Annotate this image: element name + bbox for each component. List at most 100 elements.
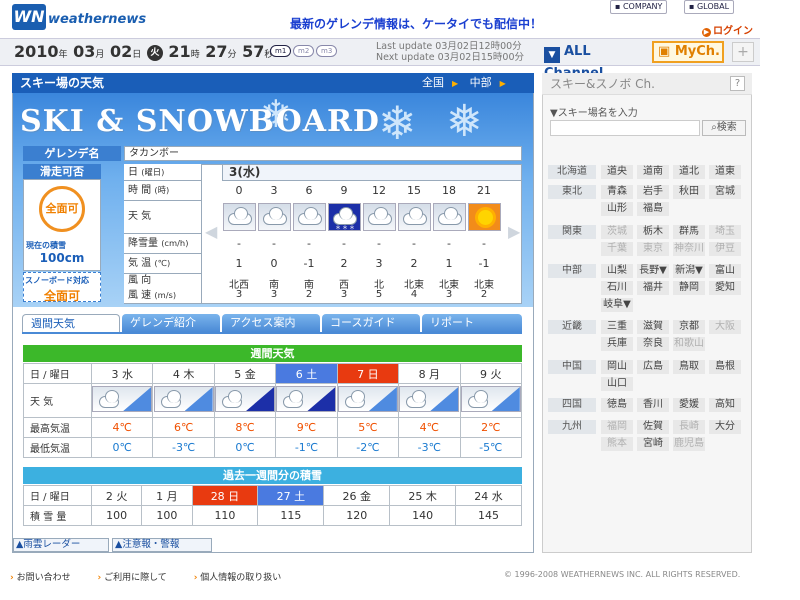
arrow-right-icon: ▶ <box>702 28 711 37</box>
pref-item[interactable]: 佐賀 <box>637 420 669 434</box>
region-6[interactable]: 四国 <box>548 398 596 412</box>
global-button[interactable]: ▪ GLOBAL <box>684 0 735 14</box>
pref-item[interactable]: 茨城 <box>601 225 633 239</box>
region-4[interactable]: 近畿 <box>548 320 596 334</box>
pref-item[interactable]: 富山 <box>709 264 741 278</box>
cloud-icon <box>363 203 396 231</box>
tab-access[interactable]: アクセス案内 <box>222 314 320 332</box>
help-button[interactable]: ? <box>730 76 745 91</box>
pref-item[interactable]: 埼玉 <box>709 225 741 239</box>
pref-item[interactable]: 三重 <box>601 320 633 334</box>
m2-button[interactable]: m2 <box>293 45 315 57</box>
pref-item[interactable]: 道東 <box>709 165 741 179</box>
footer-terms[interactable]: › ご利用に際して <box>97 573 178 583</box>
mych-button[interactable]: ▣ MyCh. <box>652 41 724 63</box>
pref-item[interactable]: 秋田 <box>673 185 705 199</box>
footer-privacy[interactable]: › 個人情報の取り扱い <box>194 573 294 583</box>
promo-banner[interactable]: 最新のゲレンデ情報は、ケータイでも配信中！ <box>290 15 542 32</box>
pref-item[interactable]: 愛媛 <box>673 398 705 412</box>
pref-item[interactable]: 広島 <box>637 360 669 374</box>
pref-item[interactable]: 道北 <box>673 165 705 179</box>
snow-icon: ＊＊＊ <box>328 203 361 232</box>
weekly-title: 週間天気 <box>23 345 522 362</box>
pref-item[interactable]: 新潟▼ <box>673 264 705 278</box>
pref-item[interactable]: 石川 <box>601 281 633 295</box>
pref-item[interactable]: 山形 <box>601 202 633 216</box>
pref-item[interactable]: 宮城 <box>709 185 741 199</box>
search-button[interactable]: ⌕検索 <box>702 120 746 136</box>
hour-cell: 3 <box>270 184 278 197</box>
rain-radar-link[interactable]: ▲雨雲レーダー <box>13 538 109 552</box>
search-input[interactable] <box>550 120 700 136</box>
tab-course[interactable]: コースガイド <box>322 314 420 332</box>
add-channel-button[interactable]: + <box>732 42 754 62</box>
m3-button[interactable]: m3 <box>316 45 338 57</box>
pref-item[interactable]: 香川 <box>637 398 669 412</box>
warnings-link[interactable]: ▲注意報・警報 <box>112 538 212 552</box>
pref-item[interactable]: 和歌山 <box>673 337 705 351</box>
pref-item[interactable]: 島根 <box>709 360 741 374</box>
table-row: 積 雪 量 100 100 110 115 120 140 145 <box>23 505 522 526</box>
pref-item[interactable]: 岩手 <box>637 185 669 199</box>
region-2[interactable]: 関東 <box>548 225 596 239</box>
pref-item[interactable]: 福岡 <box>601 420 633 434</box>
weathernews-logo[interactable]: WN <box>12 4 46 30</box>
pref-item[interactable]: 群馬 <box>673 225 705 239</box>
pref-item[interactable]: 京都 <box>673 320 705 334</box>
region-5[interactable]: 中国 <box>548 360 596 374</box>
prev-arrow-icon[interactable]: ◀ <box>205 222 217 241</box>
pref-item[interactable]: 滋賀 <box>637 320 669 334</box>
m1-button[interactable]: m1 <box>270 45 292 57</box>
breadcrumb-chubu[interactable]: 中部 <box>470 76 492 89</box>
tab-gelande[interactable]: ゲレンデ紹介 <box>122 314 220 332</box>
pref-item[interactable]: 徳島 <box>601 398 633 412</box>
pref-item[interactable]: 福井 <box>637 281 669 295</box>
pref-item[interactable]: 大阪 <box>709 320 741 334</box>
pref-item[interactable]: 静岡 <box>673 281 705 295</box>
pref-item[interactable]: 道南 <box>637 165 669 179</box>
pref-item[interactable]: 大分 <box>709 420 741 434</box>
snowflake-icon: ❅ <box>446 96 483 147</box>
pref-item[interactable]: 東京 <box>637 242 669 256</box>
precip-cell: - <box>307 237 311 250</box>
pref-item[interactable]: 伊豆 <box>709 242 741 256</box>
tab-weekly[interactable]: 週間天気 <box>22 314 120 332</box>
pref-item[interactable]: 山口 <box>601 377 633 391</box>
all-channel-button[interactable]: ▼ALL Channel <box>544 41 648 81</box>
pref-item[interactable]: 長野▼ <box>637 264 669 278</box>
pref-item[interactable]: 熊本 <box>601 437 633 451</box>
pref-item[interactable]: 千葉 <box>601 242 633 256</box>
pref-item[interactable]: 愛知 <box>709 281 741 295</box>
pref-item[interactable]: 奈良 <box>637 337 669 351</box>
pref-item[interactable]: 神奈川 <box>673 242 705 256</box>
company-button[interactable]: ▪ COMPANY <box>610 0 668 14</box>
pref-item[interactable]: 兵庫 <box>601 337 633 351</box>
region-1[interactable]: 東北 <box>548 185 596 199</box>
tab-report[interactable]: リポート <box>422 314 522 332</box>
pref-item[interactable]: 宮崎 <box>637 437 669 451</box>
temp-cell: 0 <box>270 257 278 270</box>
region-7[interactable]: 九州 <box>548 420 596 434</box>
footer-contact[interactable]: › お問い合わせ <box>10 573 83 583</box>
logo-text[interactable]: weathernews <box>48 12 146 27</box>
pref-item[interactable]: 長崎 <box>673 420 705 434</box>
pref-item[interactable]: 鳥取 <box>673 360 705 374</box>
pref-item[interactable]: 道央 <box>601 165 633 179</box>
pref-item[interactable]: 高知 <box>709 398 741 412</box>
pref-item[interactable]: 鹿児島 <box>673 437 705 451</box>
max-temp-cell: 4℃ <box>398 417 461 438</box>
pref-item[interactable]: 栃木 <box>637 225 669 239</box>
breadcrumb-zenkoku[interactable]: 全国 <box>422 76 444 89</box>
region-3[interactable]: 中部 <box>548 264 596 278</box>
pref-item[interactable]: 福島 <box>637 202 669 216</box>
forecast-corner <box>123 387 152 411</box>
next-arrow-icon[interactable]: ▶ <box>508 222 520 241</box>
pref-item[interactable]: 青森 <box>601 185 633 199</box>
region-0[interactable]: 北海道 <box>548 165 596 179</box>
table-row: 最高気温 4℃ 6℃ 8℃ 9℃ 5℃ 4℃ 2℃ <box>23 417 523 438</box>
login-link[interactable]: ▶ ログイン <box>702 22 753 37</box>
pref-item[interactable]: 山梨 <box>601 264 633 278</box>
chevron-down-icon: ▼ <box>544 47 560 63</box>
pref-item[interactable]: 岐阜▼ <box>601 298 633 312</box>
pref-item[interactable]: 岡山 <box>601 360 633 374</box>
